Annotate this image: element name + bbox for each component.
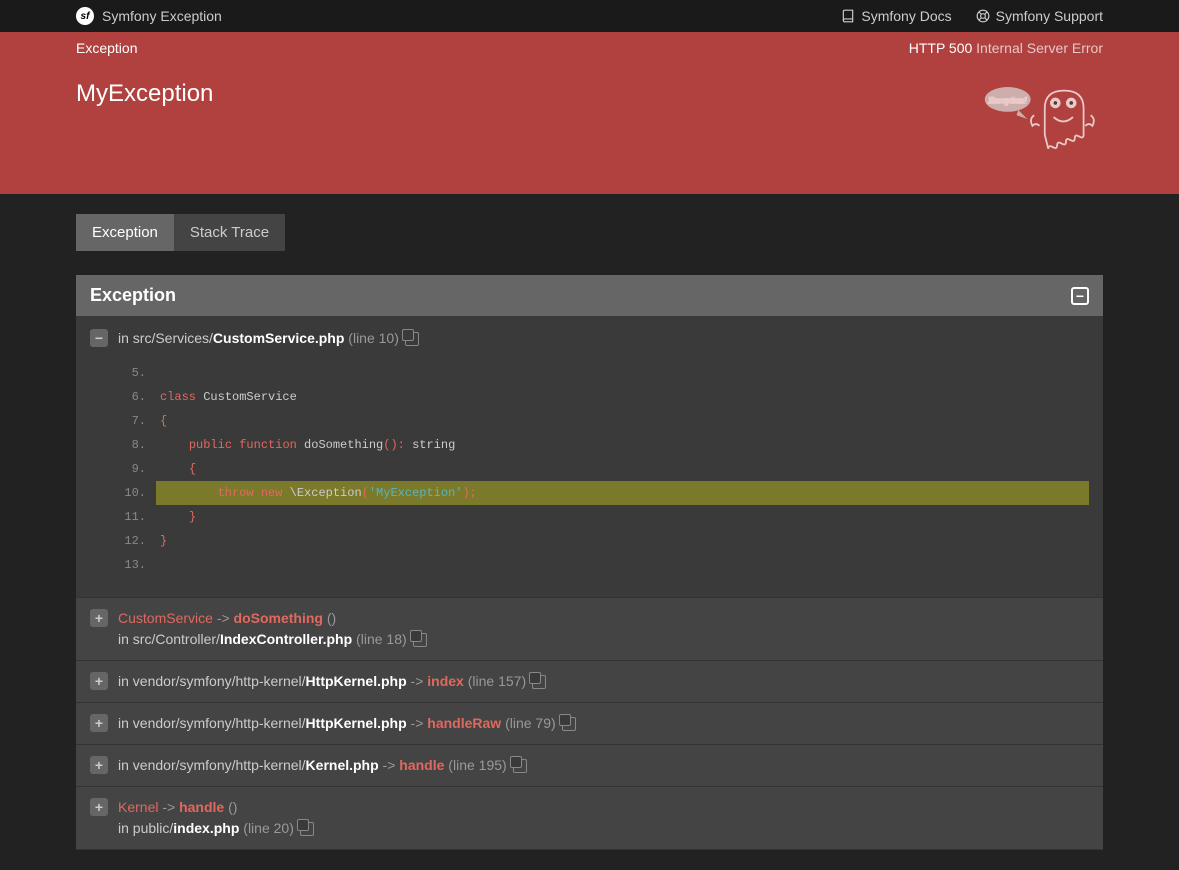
error-header: MyException Exception! [0,64,1179,194]
frame-text: in src/Services/CustomService.php (line … [118,328,419,349]
stack-frame: + in vendor/symfony/http-kernel/HttpKerne… [76,661,1103,703]
line-number: 5. [120,361,156,385]
life-ring-icon [976,9,990,23]
line-code [156,361,1089,385]
code-line: 6.class CustomService [120,385,1089,409]
frame-text: in vendor/symfony/http-kernel/Kernel.php… [118,755,527,776]
book-icon [841,9,855,23]
brand-area: sf Symfony Exception [76,7,222,25]
line-number: 9. [120,457,156,481]
line-code: class CustomService [156,385,1089,409]
line-code: { [156,457,1089,481]
tabs: ExceptionStack Trace [76,214,1103,251]
copy-icon[interactable] [413,633,427,647]
frame-text: CustomService -> doSomething ()in src/Co… [118,608,427,650]
method-ref[interactable]: handle [179,799,224,815]
stack-frame: −in src/Services/CustomService.php (line… [76,316,1103,598]
error-title: MyException [76,80,213,108]
copy-icon[interactable] [532,675,546,689]
plus-icon[interactable]: + [90,714,108,732]
collapse-icon[interactable]: − [1071,287,1089,305]
frame-text: Kernel -> handle ()in public/index.php (… [118,797,314,839]
copy-icon[interactable] [513,759,527,773]
plus-icon[interactable]: + [90,798,108,816]
docs-link-label: Symfony Docs [861,8,951,24]
plus-icon[interactable]: + [90,672,108,690]
copy-icon[interactable] [562,717,576,731]
symfony-logo-icon: sf [76,7,94,25]
copy-icon[interactable] [405,332,419,346]
line-code: } [156,529,1089,553]
class-ref[interactable]: Kernel [118,799,158,815]
code-line: 11. } [120,505,1089,529]
top-bar: sf Symfony Exception Symfony Docs Symfon… [0,0,1179,32]
class-ref[interactable]: CustomService [118,610,213,626]
code-line: 12.} [120,529,1089,553]
method-ref[interactable]: handle [399,757,444,773]
tab-stack-trace[interactable]: Stack Trace [174,214,285,251]
code-line: 9. { [120,457,1089,481]
line-number: 7. [120,409,156,433]
code-line: 7.{ [120,409,1089,433]
line-number: 13. [120,553,156,577]
code-line: 5. [120,361,1089,385]
line-code: public function doSomething(): string [156,433,1089,457]
stack-frame: + Kernel -> handle ()in public/index.php … [76,787,1103,850]
line-code: throw new \Exception('MyException'); [156,481,1089,505]
line-number: 10. [120,481,156,505]
section-header[interactable]: Exception − [76,275,1103,316]
line-number: 12. [120,529,156,553]
minus-icon[interactable]: − [90,329,108,347]
method-ref[interactable]: doSomething [234,610,323,626]
http-code: HTTP 500 [909,40,973,56]
brand-title: Symfony Exception [102,8,222,24]
status-bar: Exception HTTP 500 Internal Server Error [0,32,1179,64]
line-number: 11. [120,505,156,529]
support-link[interactable]: Symfony Support [976,8,1103,24]
line-number: 6. [120,385,156,409]
code-line: 10. throw new \Exception('MyException'); [120,481,1089,505]
line-code [156,553,1089,577]
svg-text:Exception!: Exception! [988,95,1027,105]
copy-icon[interactable] [300,822,314,836]
support-link-label: Symfony Support [996,8,1103,24]
code-line: 13. [120,553,1089,577]
stack-frame: + in vendor/symfony/http-kernel/Kernel.ph… [76,745,1103,787]
docs-link[interactable]: Symfony Docs [841,8,951,24]
frame-text: in vendor/symfony/http-kernel/HttpKernel… [118,671,546,692]
code-line: 8. public function doSomething(): string [120,433,1089,457]
ghost-mascot-icon: Exception! [983,80,1103,158]
section-title: Exception [90,285,176,306]
frame-text: in vendor/symfony/http-kernel/HttpKernel… [118,713,576,734]
stack-frame: + CustomService -> doSomething ()in src/C… [76,598,1103,661]
exception-section: Exception − −in src/Services/CustomServi… [76,275,1103,850]
http-text: Internal Server Error [976,40,1103,56]
line-code: { [156,409,1089,433]
line-number: 8. [120,433,156,457]
status-left: Exception [76,40,137,56]
tab-exception[interactable]: Exception [76,214,174,251]
plus-icon[interactable]: + [90,756,108,774]
method-ref[interactable]: handleRaw [427,715,501,731]
method-ref[interactable]: index [427,673,464,689]
plus-icon[interactable]: + [90,609,108,627]
stack-frame: + in vendor/symfony/http-kernel/HttpKerne… [76,703,1103,745]
status-right: HTTP 500 Internal Server Error [909,40,1103,56]
line-code: } [156,505,1089,529]
code-block: 5.6.class CustomService7.{8. public func… [120,361,1089,577]
